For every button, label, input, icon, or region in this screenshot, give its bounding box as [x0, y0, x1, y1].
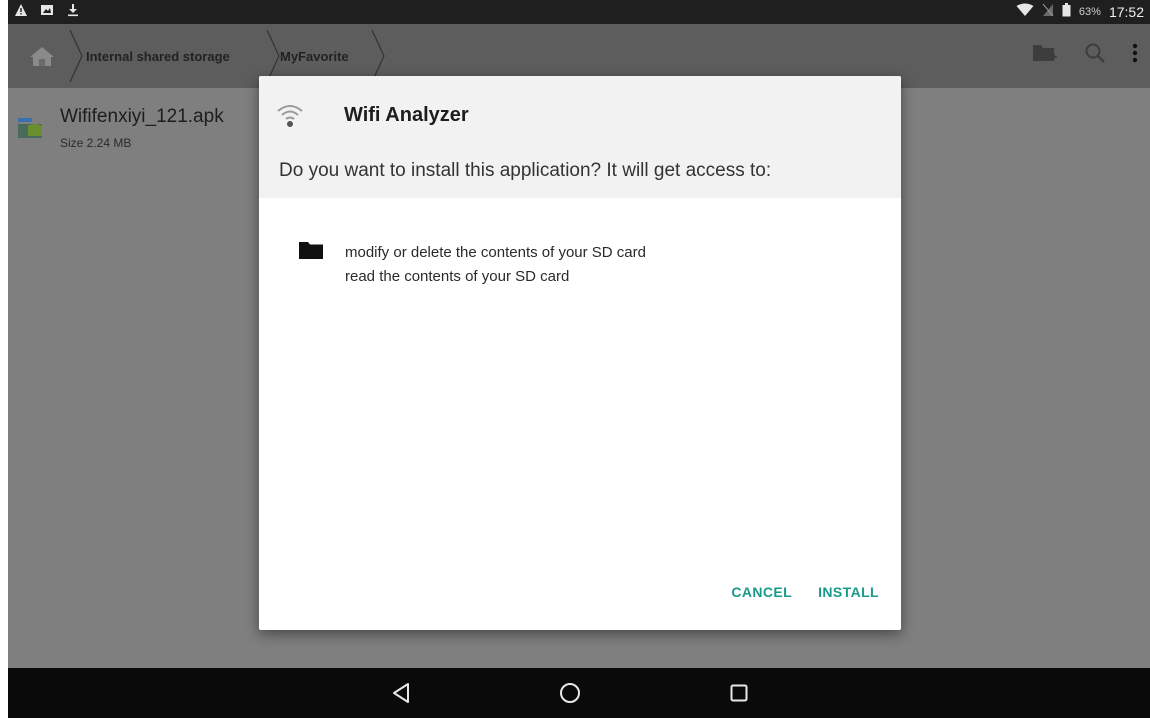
install-dialog: Wifi Analyzer Do you want to install thi…: [259, 76, 901, 630]
back-icon[interactable]: [390, 682, 412, 709]
download-icon: [66, 3, 80, 22]
home-icon: [30, 47, 54, 66]
permission-list: modify or delete the contents of your SD…: [345, 241, 646, 289]
new-folder-icon[interactable]: [1032, 42, 1058, 69]
status-bar: 63% 17:52: [8, 0, 1150, 24]
permission-item: read the contents of your SD card: [345, 268, 570, 285]
notification-icons: [14, 3, 80, 22]
navigation-bar: [8, 668, 1150, 718]
breadcrumb-chevron-icon: [371, 30, 385, 82]
cancel-button[interactable]: CANCEL: [731, 584, 792, 600]
dialog-question: Do you want to install this application?…: [279, 160, 772, 181]
screen: 63% 17:52 Internal shared storage MyFavo…: [8, 0, 1150, 718]
file-size: Size 2.24 MB: [60, 136, 132, 150]
wifi-icon: [1016, 3, 1034, 20]
image-notification-icon: [40, 3, 54, 22]
battery-icon: [1062, 3, 1071, 20]
apk-file-icon: [18, 112, 46, 142]
toolbar-actions: [1032, 42, 1150, 69]
more-vert-icon[interactable]: [1132, 43, 1138, 68]
install-button[interactable]: INSTALL: [818, 584, 879, 600]
search-icon[interactable]: [1084, 42, 1106, 69]
breadcrumb-internal-storage[interactable]: Internal shared storage: [86, 42, 230, 70]
warning-icon: [14, 3, 28, 22]
home-circle-icon[interactable]: [558, 681, 582, 710]
dialog-header: Wifi Analyzer Do you want to install thi…: [259, 76, 901, 198]
file-name: Wififenxiyi_121.apk: [60, 106, 224, 127]
clock: 17:52: [1108, 3, 1144, 20]
home-button[interactable]: [20, 40, 64, 72]
dialog-title: Wifi Analyzer: [344, 104, 469, 126]
system-icons: 63% 17:52: [1016, 3, 1144, 20]
battery-percent: 63%: [1078, 5, 1101, 18]
recents-icon[interactable]: [730, 684, 748, 707]
folder-icon: [299, 241, 323, 259]
no-sim-icon: [1042, 3, 1054, 20]
breadcrumb-chevron-icon: [69, 30, 83, 82]
breadcrumb-myfavorite[interactable]: MyFavorite: [280, 42, 349, 70]
permission-item: modify or delete the contents of your SD…: [345, 244, 646, 261]
wifi-analyzer-app-icon: [275, 102, 305, 128]
dialog-actions: CANCEL INSTALL: [731, 584, 879, 600]
